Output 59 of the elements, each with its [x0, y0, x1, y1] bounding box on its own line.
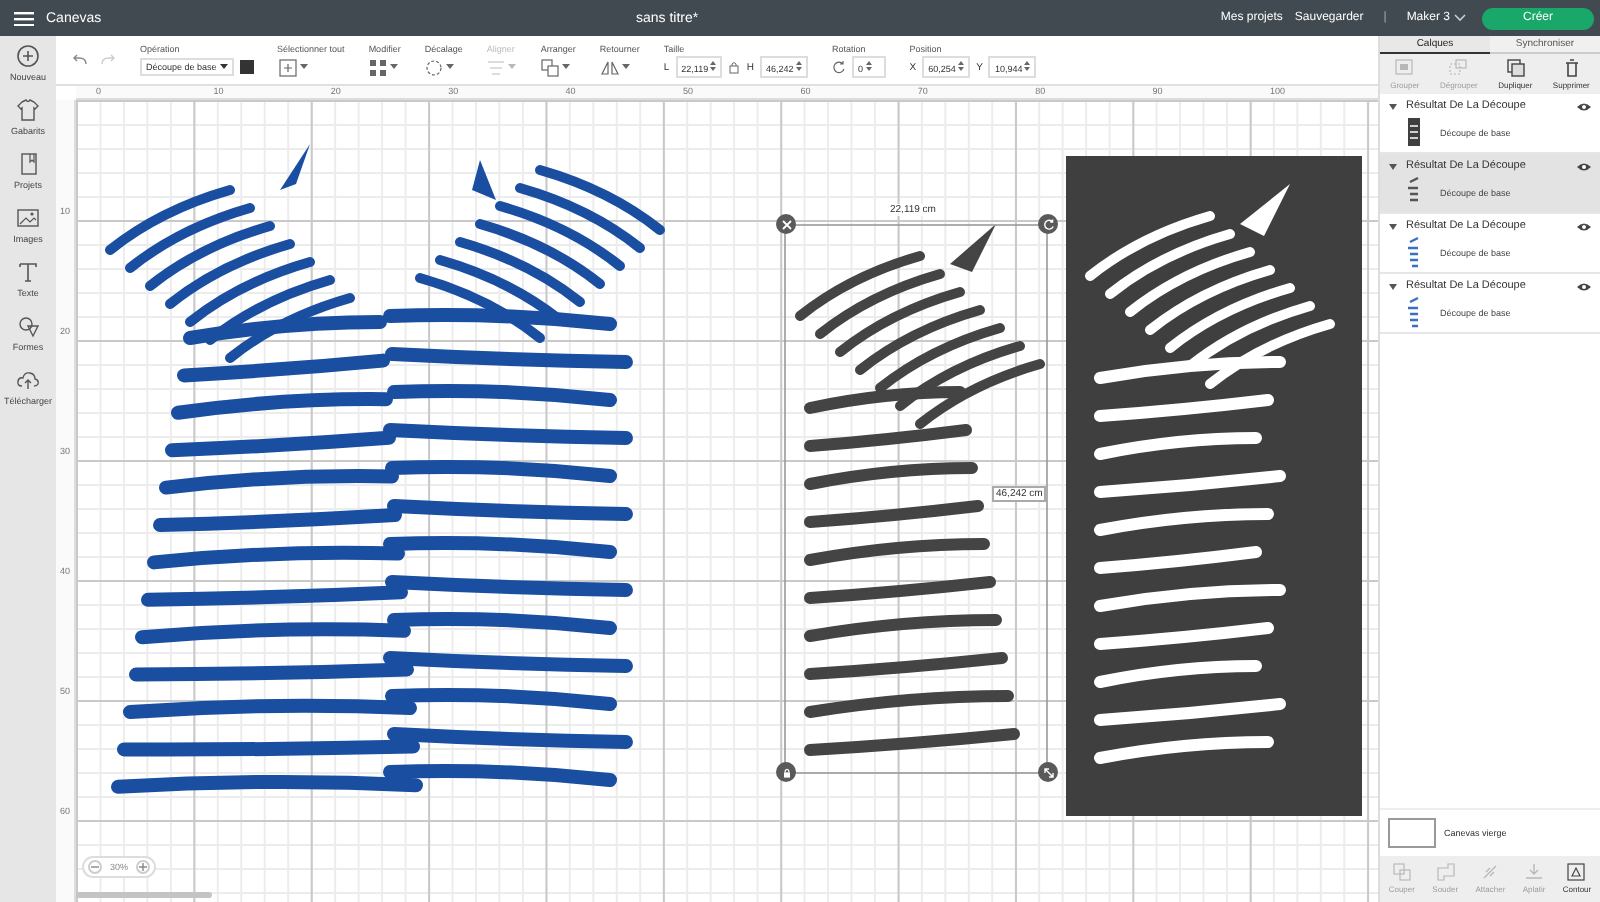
- lock-handle[interactable]: [776, 762, 796, 782]
- scrollbar[interactable]: [76, 892, 212, 898]
- spinner-icon: [958, 60, 965, 72]
- menu-icon: [14, 11, 34, 25]
- spinner-icon: [710, 60, 717, 72]
- undo-icon: [72, 54, 88, 66]
- caret-icon: [299, 64, 308, 70]
- slice-icon: [1391, 862, 1412, 882]
- weld-icon: [1435, 862, 1456, 882]
- eye-icon[interactable]: [1576, 281, 1592, 291]
- caret-icon: [446, 64, 455, 70]
- spinner-icon: [1024, 60, 1031, 72]
- group-icon: [1394, 58, 1415, 78]
- shirt-icon: [16, 98, 40, 122]
- spinner-icon: [865, 60, 872, 72]
- toolbar-button[interactable]: [540, 57, 571, 77]
- layer-thumbnail: [1404, 296, 1424, 328]
- toolbar-button[interactable]: [599, 57, 630, 77]
- select-all-icon: [277, 57, 298, 77]
- caret-icon: [508, 64, 517, 70]
- grid-icon: [368, 57, 389, 77]
- layer-thumbnail: [1404, 236, 1424, 268]
- caret-icon: [621, 64, 630, 70]
- delete-handle[interactable]: [776, 214, 796, 234]
- trash-icon: [1561, 58, 1582, 78]
- resize-handle[interactable]: [1038, 762, 1058, 782]
- ungroup-icon: [1448, 58, 1469, 78]
- plus-circle-icon: [16, 44, 40, 68]
- toolbar-button[interactable]: [424, 57, 455, 77]
- book-icon: [16, 152, 40, 176]
- attach-icon: [1480, 862, 1501, 882]
- flatten-icon: [1524, 862, 1545, 882]
- lock-icon: [728, 60, 741, 74]
- flip-icon: [599, 57, 620, 77]
- caret-icon: [219, 64, 228, 70]
- contour-icon: [1566, 862, 1587, 882]
- eye-icon[interactable]: [1576, 101, 1592, 111]
- chevron-down-icon: [1454, 14, 1466, 22]
- spinner-icon: [795, 60, 802, 72]
- shapes-icon: [16, 314, 40, 338]
- dashed-circle-icon: [424, 57, 445, 77]
- rotate-icon: [831, 60, 846, 74]
- eye-icon[interactable]: [1576, 161, 1592, 171]
- image-icon: [16, 206, 40, 230]
- cloud-upload-icon: [16, 368, 40, 392]
- rotate-handle[interactable]: [1038, 214, 1058, 234]
- redo-icon: [100, 54, 116, 66]
- toolbar-button[interactable]: [277, 57, 308, 77]
- color-swatch[interactable]: [239, 60, 254, 74]
- toolbar-button[interactable]: [368, 57, 399, 77]
- layers-icon: [540, 57, 561, 77]
- text-icon: [16, 260, 40, 284]
- duplicate-icon: [1505, 58, 1526, 78]
- eye-icon[interactable]: [1576, 221, 1592, 231]
- caret-icon: [562, 64, 571, 70]
- canvas-swatch[interactable]: [1388, 818, 1436, 848]
- caret-icon: [390, 64, 399, 70]
- layer-thumbnail: [1404, 116, 1424, 148]
- align-icon: [486, 57, 507, 77]
